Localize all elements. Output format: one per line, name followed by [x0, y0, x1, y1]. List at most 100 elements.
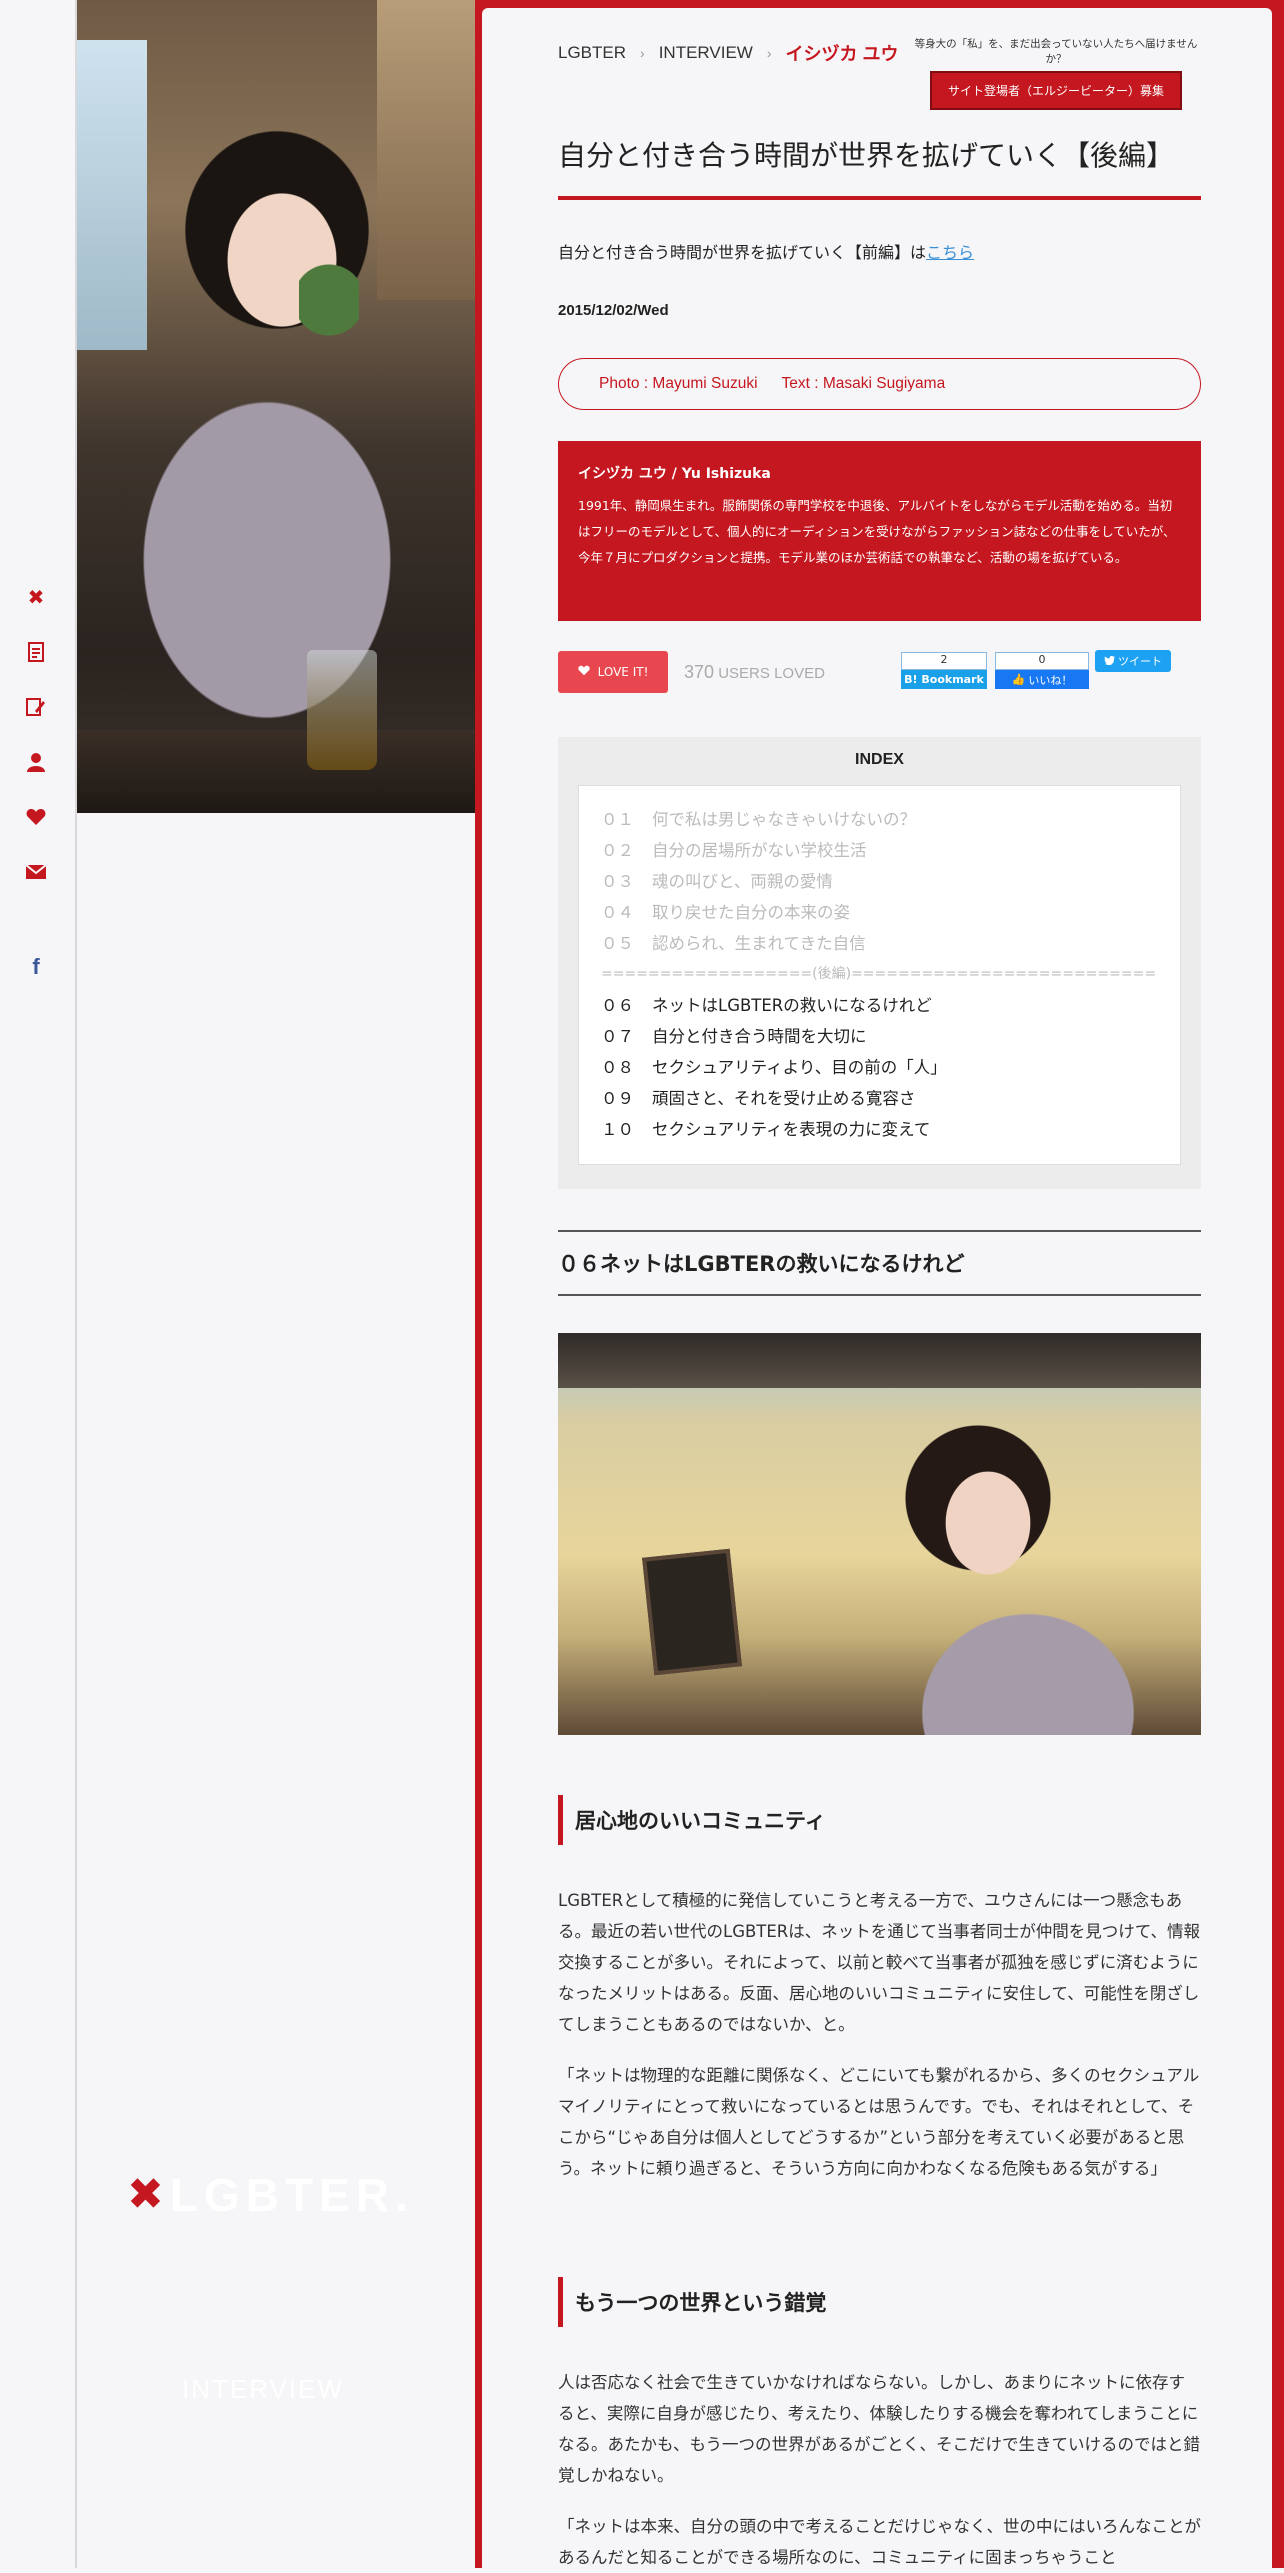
- index-text: セクシュアリティを表現の力に変えて: [652, 1120, 931, 1139]
- hero-photo: [77, 0, 475, 813]
- breadcrumb-home[interactable]: LGBTER: [558, 43, 626, 63]
- subheading: もう一つの世界という錯覚: [558, 2277, 1201, 2327]
- previous-part-link[interactable]: こちら: [926, 243, 974, 262]
- social-bar: LOVE IT! 370 USERS LOVED 2 B! Bookmark 0…: [558, 650, 1201, 694]
- index-text: 頑固さと、それを受け止める寛容さ: [652, 1089, 916, 1108]
- index-text: 自分の居場所がない学校生活: [652, 841, 867, 860]
- edit-icon[interactable]: [22, 693, 50, 721]
- index-text: 魂の叫びと、両親の愛情: [652, 872, 833, 891]
- index-item[interactable]: ０６ ネットはLGBTERの救いになるけれど: [601, 990, 1158, 1021]
- hero-plant: [299, 260, 359, 380]
- tweet-label: ツイート: [1118, 655, 1162, 668]
- paragraph: 「ネットは物理的な距離に関係なく、どこにいても繋がれるから、多くのセクシュアルマ…: [558, 2066, 1200, 2178]
- breadcrumb-interview[interactable]: INTERVIEW: [659, 43, 753, 63]
- index-num: ０６: [601, 996, 634, 1015]
- breadcrumb-current: イシヅカ ユウ: [785, 44, 899, 64]
- section-photo-window: [558, 1333, 1201, 1388]
- logo-x-icon[interactable]: ✖: [22, 583, 50, 611]
- category-label: INTERVIEW: [182, 2374, 344, 2404]
- facebook-like-button[interactable]: 0 👍 いいね！: [995, 652, 1089, 689]
- previous-part-text: 自分と付き合う時間が世界を拡げていく【前編】は: [558, 243, 927, 262]
- section-body-1: 居心地のいいコミュニティ LGBTERとして積極的に発信していこうと考える一方で…: [558, 1795, 1201, 2184]
- brand-logo[interactable]: ✖ LGBTER.: [127, 2168, 414, 2222]
- index-item[interactable]: ０７ 自分と付き合う時間を大切に: [601, 1021, 1158, 1052]
- index-num: ０２: [601, 841, 634, 860]
- section-photo-chalkboard: [642, 1548, 742, 1676]
- index-num: ０３: [601, 872, 634, 891]
- profile-name: イシヅカ ユウ / Yu Ishizuka: [578, 466, 771, 482]
- index-text: ネットはLGBTERの救いになるけれど: [652, 996, 932, 1015]
- section-heading: ０６ネットはLGBTERの救いになるけれど: [558, 1230, 1201, 1296]
- hero-glass: [307, 650, 377, 770]
- index-item[interactable]: ０８ セクシュアリティより、目の前の「人」: [601, 1052, 1158, 1083]
- tweet-button[interactable]: ツイート: [1095, 650, 1171, 672]
- loved-label: USERS LOVED: [718, 664, 825, 682]
- brand-wordmark: LGBTER.: [169, 2169, 414, 2221]
- profile-box: イシヅカ ユウ / Yu Ishizuka 1991年、静岡県生まれ。服飾関係の…: [558, 441, 1201, 621]
- page-title: 自分と付き合う時間が世界を拡げていく【後編】: [558, 134, 1201, 200]
- paragraph: 人は否応なく社会で生きていかなければならない。しかし、あまりにネットに依存すると…: [558, 2373, 1201, 2485]
- facebook-icon[interactable]: f: [22, 953, 50, 981]
- profile-bio: 1991年、静岡県生まれ。服飾関係の専門学校を中退後、アルバイトをしながらモデル…: [578, 498, 1176, 565]
- index-text: セクシュアリティより、目の前の「人」: [652, 1058, 947, 1077]
- hatena-bookmark-button[interactable]: 2 B! Bookmark: [901, 652, 987, 689]
- chevron-right-icon: ›: [766, 45, 772, 61]
- index-item[interactable]: １０ セクシュアリティを表現の力に変えて: [601, 1114, 1158, 1145]
- recruit-tagline: 等身大の「私」を、まだ出会っていない人たちへ届けませんか？: [914, 38, 1198, 65]
- index-num: ０１: [601, 810, 634, 829]
- heart-icon[interactable]: [22, 803, 50, 831]
- photo-credit: Photo : Mayumi Suzuki: [599, 375, 758, 392]
- index-text: 認められ、生まれてきた自信: [652, 934, 866, 953]
- index-num: ０９: [601, 1089, 634, 1108]
- previous-part-note: 自分と付き合う時間が世界を拡げていく【前編】はこちら: [558, 239, 1201, 263]
- index-text: 自分と付き合う時間を大切に: [652, 1027, 867, 1046]
- index-num: １０: [601, 1120, 634, 1139]
- subheading: 居心地のいいコミュニティ: [558, 1795, 1201, 1845]
- index-num: ０８: [601, 1058, 634, 1077]
- loved-count: 370: [684, 661, 715, 682]
- hero-table: [77, 730, 475, 813]
- user-icon[interactable]: [22, 748, 50, 776]
- index-heading: INDEX: [855, 751, 904, 768]
- paragraph: 「ネットは本来、自分の頭の中で考えることだけじゃなく、世の中にはいろんなことがあ…: [558, 2517, 1202, 2567]
- index-item[interactable]: ０９ 頑固さと、それを受け止める寛容さ: [601, 1083, 1158, 1114]
- index-num: ０５: [601, 934, 634, 953]
- facebook-like-count: 0: [995, 652, 1089, 670]
- thumbs-up-icon: 👍: [1011, 673, 1026, 686]
- index-item[interactable]: ０５ 認められ、生まれてきた自信: [601, 928, 1158, 959]
- index-num: ０４: [601, 903, 634, 922]
- brand-x-icon: ✖: [127, 2169, 164, 2220]
- index-divider: ==================(後編)==================…: [601, 959, 1158, 990]
- icon-rail: ✖ f: [0, 0, 77, 2568]
- facebook-like-label: 👍 いいね！: [995, 670, 1089, 689]
- index-divider-text: ==================(後編)==================…: [601, 966, 1157, 982]
- index-text: 取り戻せた自分の本来の姿: [652, 903, 850, 922]
- hero-wall: [377, 0, 475, 300]
- facebook-like-text: いいね！: [1028, 673, 1073, 687]
- love-label: LOVE IT!: [597, 665, 649, 679]
- recruit-button[interactable]: サイト登場者（エルジービーター）募集: [929, 71, 1182, 110]
- love-button[interactable]: LOVE IT!: [558, 651, 668, 693]
- index-item[interactable]: ０３ 魂の叫びと、両親の愛情: [601, 866, 1158, 897]
- index-text: 何で私は男じゃなきゃいけないの？: [652, 810, 916, 829]
- paragraph: LGBTERとして積極的に発信していこうと考える一方で、ユウさんには一つ懸念もあ…: [558, 1891, 1200, 2034]
- heart-icon: [577, 665, 590, 679]
- hero-window: [77, 40, 147, 350]
- document-icon[interactable]: [22, 638, 50, 666]
- section-body-2: もう一つの世界という錯覚 人は否応なく社会で生きていかなければならない。しかし、…: [558, 2277, 1201, 2573]
- loved-counter: 370 USERS LOVED: [684, 662, 825, 683]
- index-list: ０１ 何で私は男じゃなきゃいけないの？ ０２ 自分の居場所がない学校生活 ０３ 魂の叫…: [578, 785, 1181, 1165]
- index-item[interactable]: ０１ 何で私は男じゃなきゃいけないの？: [601, 804, 1158, 835]
- index-item[interactable]: ０４ 取り戻せた自分の本来の姿: [601, 897, 1158, 928]
- mail-icon[interactable]: [22, 858, 50, 886]
- twitter-bird-icon: [1104, 655, 1115, 668]
- recruit-banner: 等身大の「私」を、まだ出会っていない人たちへ届けませんか？ サイト登場者（エルジ…: [911, 36, 1201, 110]
- chevron-right-icon: ›: [640, 45, 645, 61]
- hatena-label: B! Bookmark: [901, 670, 987, 689]
- index-item[interactable]: ０２ 自分の居場所がない学校生活: [601, 835, 1158, 866]
- photo-column: ✖ LGBTER. INTERVIEW: [77, 0, 475, 2568]
- credits-pill: Photo : Mayumi Suzuki Text : Masaki Sugi…: [558, 358, 1201, 410]
- index-num: ０７: [601, 1027, 634, 1046]
- publish-date: 2015/12/02/Wed: [558, 302, 669, 319]
- section-photo: [558, 1333, 1201, 1735]
